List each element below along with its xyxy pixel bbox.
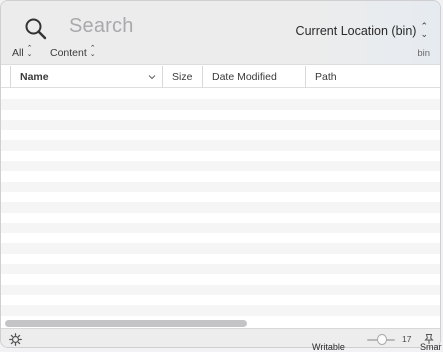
table-row <box>1 213 440 223</box>
column-header: Name Size Date Modified Path <box>1 66 440 88</box>
search-icon[interactable] <box>23 16 49 42</box>
table-row <box>1 140 440 151</box>
horizontal-scrollbar[interactable] <box>5 320 247 327</box>
table-row <box>1 243 440 254</box>
column-path-label: Path <box>315 71 337 83</box>
table-row <box>1 89 440 99</box>
table-row <box>1 192 440 202</box>
zoom-value: 17 <box>402 334 412 344</box>
results-list <box>1 89 440 325</box>
column-name[interactable]: Name <box>10 66 162 88</box>
table-row <box>1 151 440 161</box>
table-row <box>1 161 440 172</box>
updown-chevron-icon: ⌃ ⌄ <box>89 45 96 58</box>
table-row <box>1 233 440 243</box>
background-label-smart: Smar <box>420 342 442 352</box>
column-date-modified[interactable]: Date Modified <box>202 66 305 88</box>
location-popup[interactable]: Current Location (bin) ⌃ ⌄ <box>295 21 428 39</box>
updown-chevron-icon: ⌃ ⌄ <box>420 21 428 39</box>
scope-filter[interactable]: Content ⌃ ⌄ <box>50 45 96 59</box>
chevron-down-icon <box>148 75 156 80</box>
kind-filter-label: All <box>12 47 24 59</box>
table-row <box>1 295 440 305</box>
search-input[interactable]: Search <box>69 15 134 38</box>
zoom-slider-knob[interactable] <box>377 334 387 345</box>
column-date-label: Date Modified <box>212 71 277 83</box>
table-row <box>1 130 440 140</box>
table-row <box>1 264 440 275</box>
table-row <box>1 171 440 181</box>
footer-bar: 17 <box>1 328 440 347</box>
column-size-label: Size <box>172 71 193 83</box>
table-row <box>1 284 440 295</box>
table-row <box>1 99 440 110</box>
scope-filter-label: Content <box>50 47 87 59</box>
search-window: Search Current Location (bin) ⌃ ⌄ All ⌃ ⌄ … <box>0 0 441 348</box>
column-size[interactable]: Size <box>162 66 202 88</box>
table-row <box>1 274 440 284</box>
background-label-writable: Writable <box>312 342 345 352</box>
scope-location-label: bin <box>417 48 430 59</box>
table-row <box>1 119 440 131</box>
table-row <box>1 254 440 264</box>
updown-chevron-icon: ⌃ ⌄ <box>26 45 33 58</box>
column-name-label: Name <box>20 71 49 83</box>
table-row <box>1 305 440 316</box>
table-row <box>1 110 440 120</box>
gear-icon[interactable] <box>9 333 22 346</box>
column-path[interactable]: Path <box>305 66 440 88</box>
table-row <box>1 222 440 234</box>
location-label: Current Location (bin) <box>295 24 417 38</box>
table-row <box>1 181 440 192</box>
search-header: Search Current Location (bin) ⌃ ⌄ All ⌃ ⌄ … <box>1 1 440 65</box>
kind-filter[interactable]: All ⌃ ⌄ <box>12 45 33 59</box>
table-row <box>1 202 440 213</box>
